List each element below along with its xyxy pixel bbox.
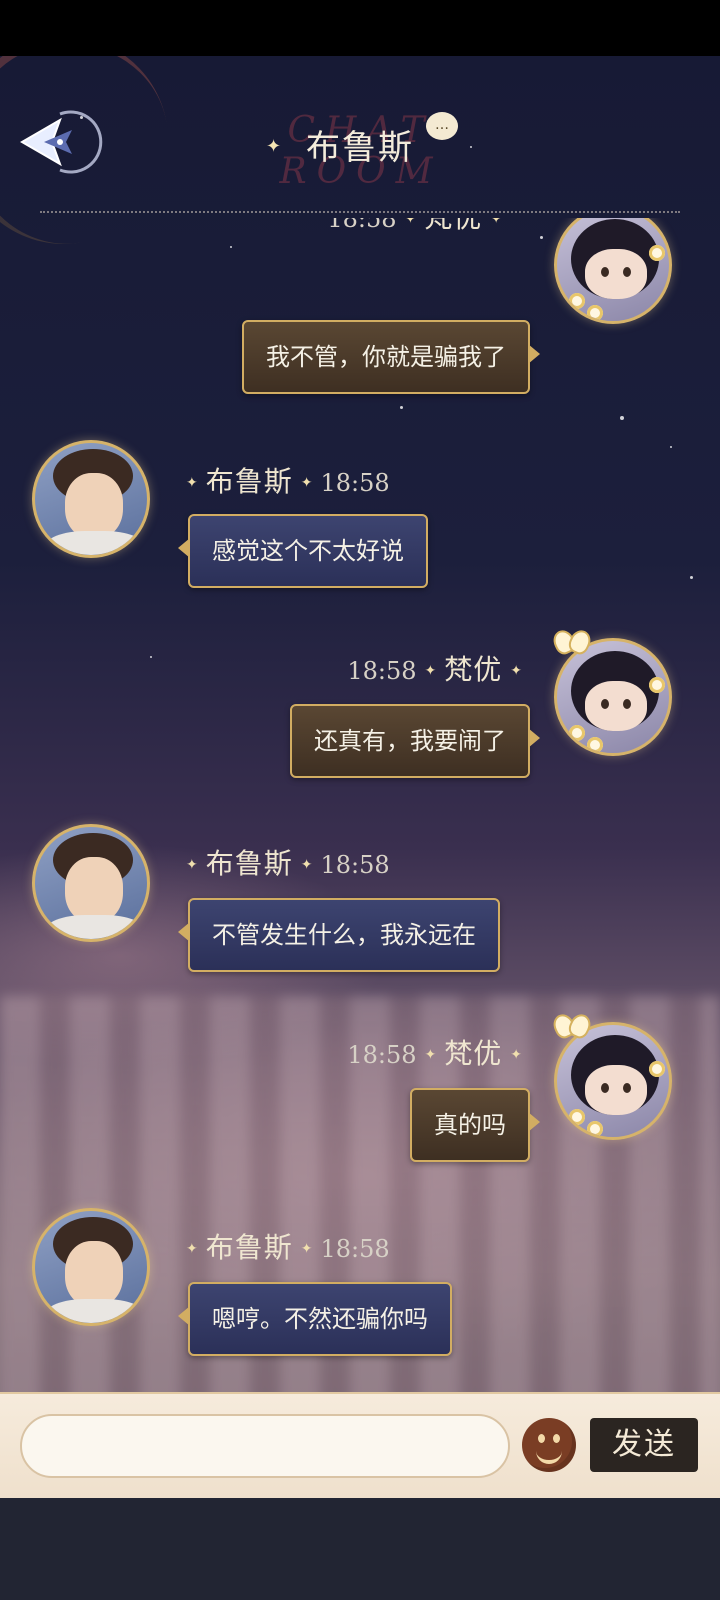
avatar-face xyxy=(585,249,647,299)
message-bubble[interactable]: 不管发生什么，我永远在 xyxy=(178,898,500,972)
diamond-icon: ✦ xyxy=(510,1047,522,1063)
message-time: 18:58 xyxy=(320,1235,390,1263)
input-bar: 发送 xyxy=(0,1392,720,1503)
flower-decoration xyxy=(649,245,665,261)
emoji-mouth xyxy=(536,1448,562,1464)
message-meta: ✦ 布鲁斯 ✦ 18:58 xyxy=(178,1230,390,1266)
flower-decoration xyxy=(569,1109,585,1125)
avatar-fanyou[interactable] xyxy=(554,638,672,756)
message-bubble[interactable]: 我不管，你就是骗我了 xyxy=(242,320,540,394)
message-bubble[interactable]: 还真有，我要闹了 xyxy=(290,704,540,778)
diamond-icon: ✦ xyxy=(300,857,313,873)
navigation-bar-area xyxy=(0,1498,720,1600)
flower-decoration xyxy=(587,1121,603,1137)
message-list[interactable]: 18:58 ✦ 梵优 ✦ 我不管，你就是骗我了 ✦ 布鲁斯 ✦ 18:58 感觉这个不太好说… xyxy=(0,218,720,1393)
diamond-icon: ✦ xyxy=(300,1241,313,1257)
flower-decoration xyxy=(569,725,585,741)
avatar-bruce[interactable] xyxy=(32,1208,150,1326)
avatar-face xyxy=(585,1065,647,1115)
flower-decoration xyxy=(649,677,665,693)
chat-bubble-icon: … xyxy=(426,112,458,140)
diamond-icon: ✦ xyxy=(424,663,437,679)
diamond-icon: ✦ xyxy=(424,1047,437,1063)
diamond-icon: ✦ xyxy=(510,663,522,679)
avatar-eye xyxy=(601,699,609,709)
message-bubble[interactable]: 嗯哼。不然还骗你吗 xyxy=(178,1282,452,1356)
avatar-face xyxy=(65,1241,123,1307)
message-input[interactable] xyxy=(20,1414,510,1478)
message-bubble[interactable]: 真的吗 xyxy=(410,1088,540,1162)
smiley-face-icon[interactable] xyxy=(522,1418,576,1472)
message-time: 18:58 xyxy=(327,218,397,233)
message-meta: 18:58 ✦ 梵优 ✦ xyxy=(327,218,510,236)
diamond-icon: ✦ xyxy=(186,475,198,491)
avatar-eye xyxy=(601,1083,609,1093)
back-button[interactable] xyxy=(14,108,106,176)
message-time: 18:58 xyxy=(320,469,390,497)
bow-decoration xyxy=(554,1014,588,1036)
back-arrow-icon xyxy=(20,110,103,174)
avatar-bruce[interactable] xyxy=(32,440,150,558)
message-time: 18:58 xyxy=(320,851,390,879)
sender-name: 梵优 xyxy=(444,1037,503,1070)
avatar-eye xyxy=(623,1083,631,1093)
avatar-face xyxy=(65,473,123,539)
flower-decoration xyxy=(569,293,585,309)
message-meta: ✦ 布鲁斯 ✦ 18:58 xyxy=(178,846,390,882)
message-meta: 18:58 ✦ 梵优 ✦ xyxy=(347,1036,530,1072)
avatar-face xyxy=(585,681,647,731)
diamond-icon: ✦ xyxy=(404,218,417,227)
avatar-bruce[interactable] xyxy=(32,824,150,942)
sender-name: 梵优 xyxy=(444,653,503,686)
diamond-icon: ✦ xyxy=(186,1241,198,1257)
avatar-shirt xyxy=(45,531,145,555)
avatar-eye xyxy=(601,267,609,277)
diamond-icon: ✦ xyxy=(490,218,502,227)
status-bar xyxy=(0,0,720,56)
diamond-icon: ✦ xyxy=(300,475,313,491)
emoji-eye xyxy=(553,1434,560,1443)
diamond-icon: ✦ xyxy=(186,857,198,873)
header-divider xyxy=(40,211,680,213)
message-bubble[interactable]: 感觉这个不太好说 xyxy=(178,514,428,588)
bow-decoration xyxy=(554,630,588,652)
avatar-fanyou[interactable] xyxy=(554,1022,672,1140)
sender-name: 布鲁斯 xyxy=(205,1231,293,1264)
flower-decoration xyxy=(587,737,603,753)
avatar-face xyxy=(65,857,123,923)
message-meta: 18:58 ✦ 梵优 ✦ xyxy=(347,652,530,688)
emoji-eye xyxy=(538,1434,545,1443)
avatar-shirt xyxy=(45,1299,145,1323)
message-time: 18:58 xyxy=(347,1041,417,1069)
avatar-fanyou[interactable] xyxy=(554,218,672,324)
avatar-eye xyxy=(623,699,631,709)
flower-decoration xyxy=(649,1061,665,1077)
message-time: 18:58 xyxy=(347,657,417,685)
sender-name: 布鲁斯 xyxy=(205,847,293,880)
sender-name: 梵优 xyxy=(424,218,482,234)
avatar-shirt xyxy=(45,915,145,939)
flower-decoration xyxy=(587,305,603,321)
sender-name: 布鲁斯 xyxy=(205,465,293,498)
message-meta: ✦ 布鲁斯 ✦ 18:58 xyxy=(178,464,390,500)
send-button[interactable]: 发送 xyxy=(590,1418,698,1472)
avatar-eye xyxy=(623,267,631,277)
